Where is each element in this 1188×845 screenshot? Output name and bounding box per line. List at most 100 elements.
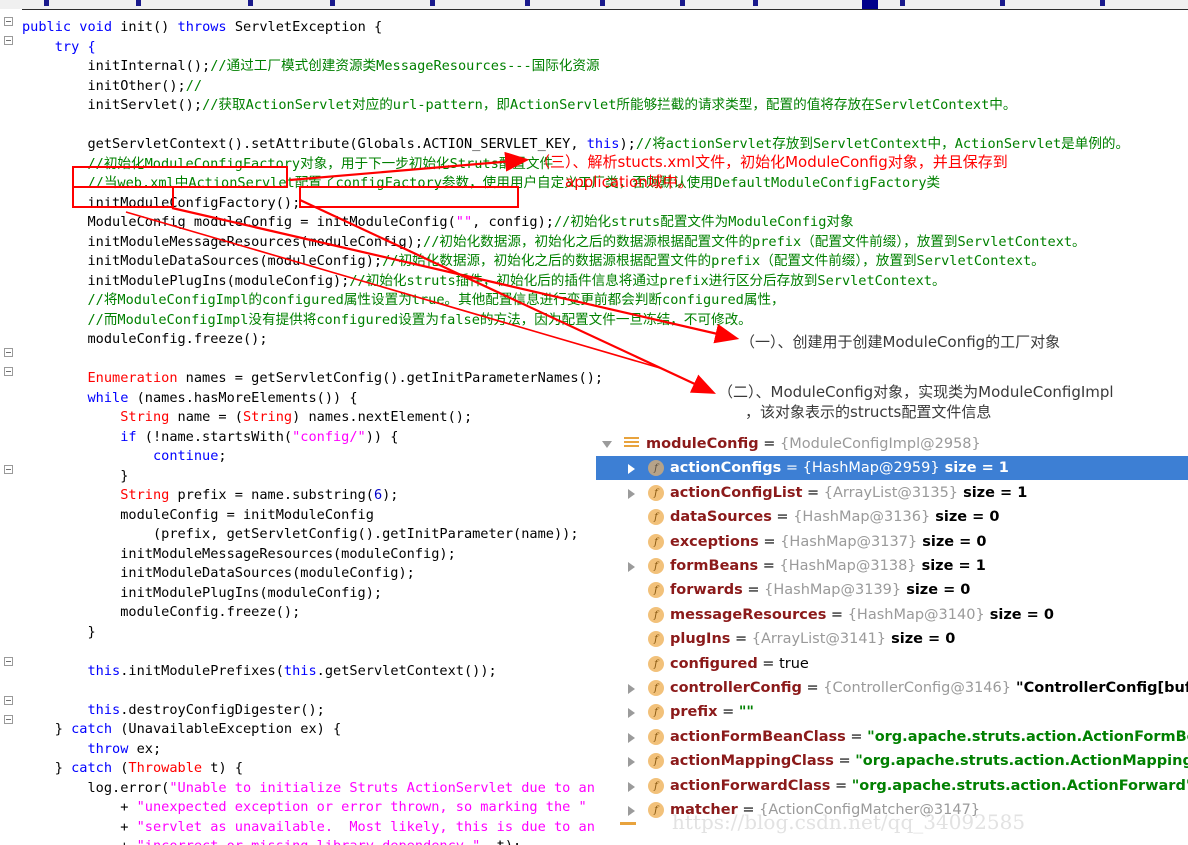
variable-name: actionConfigs [670,460,782,477]
annotation-three-line1: （三）、解析stucts.xml文件，初始化ModuleConfig对象，并且保… [535,153,1008,171]
variable-text: moduleConfig = {ModuleConfigImpl@2958} [646,432,981,456]
variable-value: {HashMap@3136} [793,509,931,526]
field-icon: f [648,728,664,745]
code-token: Throwable [128,760,203,776]
code-line: moduleConfig.freeze(); [22,603,300,623]
code-token: //当web.xml中ActionServlet配置了configFactory… [22,175,941,191]
variable-name: actionFormBeanClass [670,728,846,745]
chevron-right-icon[interactable] [628,708,635,719]
variable-name: controllerConfig [670,680,802,696]
field-icon: f [648,777,664,794]
variable-row[interactable]: f actionFormBeanClass = "org.apache.strut… [596,725,1188,749]
code-token: )) { [365,428,399,445]
chevron-right-icon[interactable] [628,757,635,768]
code-line: + "servlet as unavailable. Most likely, … [22,818,611,838]
field-icon: f [648,655,664,672]
field-icon: f [648,460,664,477]
toolbar-tick [1100,0,1105,6]
variable-row[interactable]: f messageResources = {HashMap@3140} size … [596,603,1188,627]
code-token: continue [22,448,219,464]
variable-row[interactable]: f plugIns = {ArrayList@3141} size = 0 [596,627,1188,651]
debugger-variables-panel[interactable]: moduleConfig = {ModuleConfigImpl@2958} f a… [596,432,1188,845]
fold-marker[interactable] [4,17,13,26]
field-icon: f [648,582,664,599]
code-token: + [22,799,137,815]
variable-value: {HashMap@3139} [764,582,902,599]
code-token: moduleConfig.freeze(); [22,331,268,347]
fold-marker[interactable] [4,696,13,705]
fold-marker[interactable] [4,348,13,357]
code-token: , config); [472,214,554,230]
equals-sign: = [845,728,868,745]
variable-row[interactable]: f formBeans = {HashMap@3138} size = 1 [596,554,1188,578]
chevron-down-icon[interactable] [602,441,612,448]
code-line: moduleConfig = initModuleConfig [22,506,374,526]
variable-value: "org.apache.struts.action.ActionMapping" [855,753,1188,770]
variable-text: actionConfigList = {ArrayList@3135} size… [670,481,1027,505]
code-token: //获取ActionServlet对应的url-pattern，即ActionS… [202,97,1017,113]
fold-marker[interactable] [4,465,13,474]
fold-marker[interactable] [4,657,13,666]
code-line: while (names.hasMoreElements()) { [22,389,357,409]
code-token: + [22,818,137,835]
variable-row[interactable]: f prefix = "" [596,700,1188,724]
variable-row[interactable]: f actionConfigs = {HashMap@2959} size = 1 [596,456,1188,481]
variable-row[interactable]: f controllerConfig = {ControllerConfig@31… [596,676,1188,700]
code-line: Enumeration names = getServletConfig().g… [22,369,603,389]
code-line: //将ModuleConfigImpl的configured属性设置为true。… [22,291,785,311]
variable-row[interactable]: f configured = true [596,652,1188,676]
chevron-right-icon[interactable] [628,781,635,792]
code-token: //初始化数据源，初始化之后的数据源根据配置文件的prefix（配置文件前缀），… [423,233,1086,250]
chevron-right-icon[interactable] [628,488,635,499]
variable-row[interactable]: moduleConfig = {ModuleConfigImpl@2958} [596,432,1188,456]
code-line: initModuleConfigFactory(); [22,194,300,214]
code-token: initInternal(); [22,58,211,74]
toolbar-tick [430,0,435,6]
code-token: initOther(); [22,77,186,94]
editor-gutter[interactable] [0,9,22,845]
variable-row[interactable]: f forwards = {HashMap@3139} size = 0 [596,578,1188,602]
code-line: initModulePlugIns(moduleConfig); [22,584,382,604]
code-token: } [22,721,72,737]
variable-size: size = 0 [984,606,1054,623]
code-token: //通过工厂模式创建资源类MessageResources---国际化资源 [210,58,600,74]
chevron-right-icon[interactable] [628,464,635,475]
chevron-right-icon[interactable] [628,806,635,816]
fold-marker[interactable] [4,715,13,724]
chevron-right-icon[interactable] [628,562,635,572]
code-token: //初始化ModuleConfigFactory对象，用于下一步初始化Strut… [22,155,554,172]
code-token: "servlet as unavailable. Most likely, th… [136,818,612,835]
code-line: try { [22,38,96,58]
field-icon: f [648,802,664,818]
field-icon: f [648,606,664,623]
fold-marker[interactable] [4,367,13,376]
code-line: //初始化ModuleConfigFactory对象，用于下一步初始化Strut… [22,155,553,175]
field-icon: f [648,484,664,501]
variable-name: actionForwardClass [670,777,831,794]
equals-sign: = [757,655,780,672]
code-line: String prefix = name.substring(6); [22,486,398,506]
code-token: //而ModuleConfigImpl没有提供将configured设置为fal… [22,311,752,328]
variable-row[interactable]: f actionConfigList = {ArrayList@3135} siz… [596,481,1188,505]
code-token: try { [22,38,96,55]
code-line: moduleConfig.freeze(); [22,330,268,350]
code-token: } [22,760,72,776]
code-token: this [22,701,121,718]
chevron-right-icon[interactable] [628,684,635,694]
code-token: ; [218,448,227,464]
code-token: + [22,838,137,845]
code-line: this.initModulePrefixes(this.getServletC… [22,662,496,682]
chevron-right-icon[interactable] [628,732,635,743]
fold-marker[interactable] [4,36,13,45]
toolbar-tick [900,0,905,6]
variable-row[interactable]: f actionForwardClass = "org.apache.struts… [596,774,1188,798]
variable-row[interactable]: f exceptions = {HashMap@3137} size = 0 [596,530,1188,554]
field-icon: f [648,533,664,550]
variable-size: size = 0 [901,582,971,599]
variable-row[interactable]: f dataSources = {HashMap@3136} size = 0 [596,505,1188,529]
code-token: //将ModuleConfigImpl的configured属性设置为true。… [22,292,785,308]
code-token: String [243,409,293,425]
variable-row[interactable]: f actionMappingClass = "org.apache.struts… [596,749,1188,773]
